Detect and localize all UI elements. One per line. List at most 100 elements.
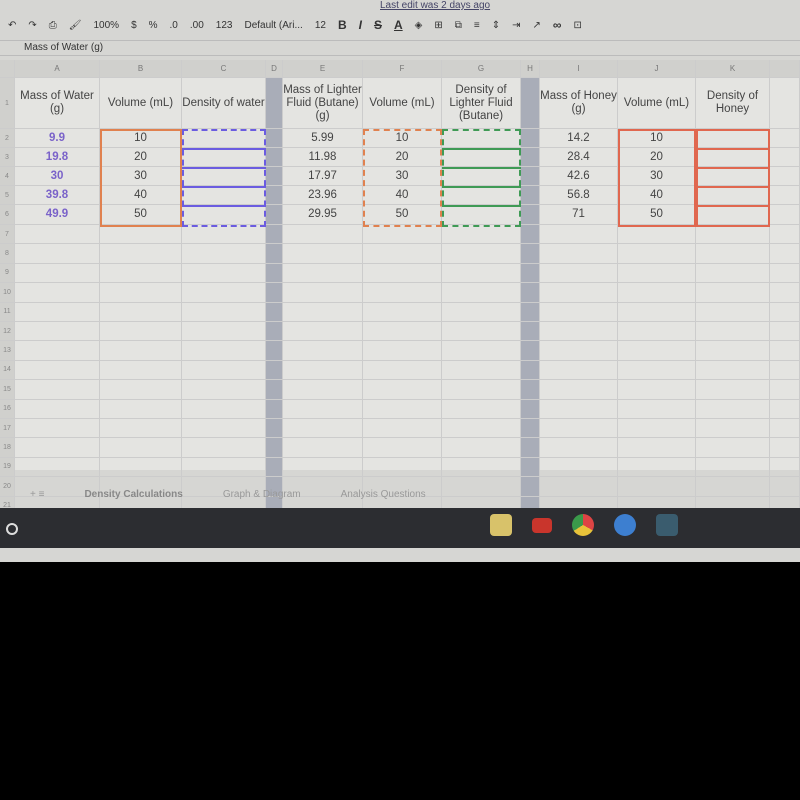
- cell[interactable]: 17.97: [283, 167, 363, 186]
- cell[interactable]: [266, 457, 283, 478]
- cell[interactable]: 20: [618, 148, 696, 167]
- cell[interactable]: [363, 302, 442, 322]
- redo-icon[interactable]: ↷: [28, 20, 36, 31]
- row-header[interactable]: 18: [0, 438, 15, 458]
- cell[interactable]: 30: [363, 167, 442, 186]
- cell[interactable]: [521, 225, 540, 245]
- cell[interactable]: [618, 302, 696, 322]
- cell[interactable]: [442, 360, 521, 381]
- select-all-corner[interactable]: [0, 60, 15, 78]
- add-sheet-button[interactable]: + ≡: [30, 489, 44, 500]
- cell[interactable]: [521, 322, 540, 342]
- cell[interactable]: [363, 322, 442, 342]
- cell[interactable]: [363, 341, 442, 361]
- cell[interactable]: [266, 380, 283, 400]
- cell[interactable]: [442, 283, 521, 303]
- cell[interactable]: [540, 283, 618, 303]
- cell[interactable]: [363, 438, 442, 458]
- percent-button[interactable]: %: [149, 20, 158, 31]
- cell[interactable]: [442, 341, 521, 361]
- sheet-tab-density-calculations[interactable]: Density Calculations: [84, 489, 182, 500]
- cell[interactable]: 10: [363, 129, 442, 148]
- italic-button[interactable]: I: [359, 18, 362, 32]
- cell[interactable]: [283, 225, 363, 245]
- cell[interactable]: [266, 244, 283, 264]
- cell[interactable]: [442, 186, 521, 205]
- cell[interactable]: [442, 399, 521, 419]
- cell[interactable]: [182, 167, 266, 186]
- cell[interactable]: 50: [363, 205, 442, 225]
- cell[interactable]: [266, 129, 283, 148]
- cell[interactable]: [442, 129, 521, 148]
- font-size-select[interactable]: 12: [315, 20, 326, 31]
- cell[interactable]: [770, 283, 800, 303]
- cell[interactable]: [15, 457, 100, 478]
- cell[interactable]: 49.9: [15, 205, 100, 225]
- cell[interactable]: [363, 419, 442, 439]
- cell[interactable]: [521, 380, 540, 400]
- zoom-select[interactable]: 100%: [93, 20, 119, 31]
- cell[interactable]: [696, 302, 770, 322]
- sheet-tab-graph-diagram[interactable]: Graph & Diagram: [223, 489, 301, 500]
- cell[interactable]: [618, 457, 696, 478]
- cell[interactable]: [283, 341, 363, 361]
- cell[interactable]: [283, 302, 363, 322]
- cell[interactable]: [363, 244, 442, 264]
- cell[interactable]: [442, 380, 521, 400]
- cell[interactable]: [770, 322, 800, 342]
- cell[interactable]: [100, 225, 182, 245]
- cell[interactable]: [696, 360, 770, 381]
- cell[interactable]: [521, 438, 540, 458]
- cell[interactable]: 30: [100, 167, 182, 186]
- cell[interactable]: [696, 399, 770, 419]
- cell[interactable]: [696, 148, 770, 167]
- cell[interactable]: [182, 129, 266, 148]
- cell[interactable]: [182, 419, 266, 439]
- cell[interactable]: [521, 399, 540, 419]
- cell[interactable]: [442, 244, 521, 264]
- row-header[interactable]: 13: [0, 341, 15, 361]
- cell[interactable]: [696, 205, 770, 225]
- wrap-icon[interactable]: ⇥: [512, 20, 520, 31]
- cell[interactable]: [100, 380, 182, 400]
- column-header-H[interactable]: H: [521, 60, 540, 78]
- cell[interactable]: [100, 399, 182, 419]
- cell[interactable]: 56.8: [540, 186, 618, 205]
- calculator-icon[interactable]: [656, 514, 678, 536]
- borders-icon[interactable]: ⊞: [434, 20, 442, 31]
- row-header[interactable]: 2: [0, 129, 15, 148]
- cell[interactable]: [363, 360, 442, 381]
- cell[interactable]: [442, 302, 521, 322]
- column-header-E[interactable]: E: [283, 60, 363, 78]
- header-cell[interactable]: Volume (mL): [618, 78, 696, 129]
- column-header-B[interactable]: B: [100, 60, 182, 78]
- cell[interactable]: [182, 302, 266, 322]
- row-header[interactable]: 1: [0, 78, 15, 129]
- cell[interactable]: 9.9: [15, 129, 100, 148]
- cell[interactable]: 19.8: [15, 148, 100, 167]
- format-select[interactable]: 123: [216, 20, 233, 31]
- cell[interactable]: 39.8: [15, 186, 100, 205]
- column-header-K[interactable]: K: [696, 60, 770, 78]
- rotate-icon[interactable]: ↗: [533, 20, 541, 31]
- cell[interactable]: [266, 438, 283, 458]
- cell[interactable]: [266, 263, 283, 284]
- column-header-C[interactable]: C: [182, 60, 266, 78]
- cell[interactable]: [15, 399, 100, 419]
- text-color-button[interactable]: A: [394, 18, 403, 32]
- cell[interactable]: [770, 148, 800, 167]
- currency-button[interactable]: $: [131, 20, 137, 31]
- cell[interactable]: [266, 341, 283, 361]
- print-icon[interactable]: ⎙: [49, 20, 57, 31]
- cell[interactable]: [540, 438, 618, 458]
- cell[interactable]: [15, 283, 100, 303]
- header-cell[interactable]: Mass of Water (g): [15, 78, 100, 129]
- bold-button[interactable]: B: [338, 18, 347, 32]
- cell[interactable]: [100, 457, 182, 478]
- cell[interactable]: [618, 244, 696, 264]
- row-header[interactable]: 17: [0, 419, 15, 439]
- column-header-D[interactable]: D: [266, 60, 283, 78]
- increase-decimal-button[interactable]: .00: [190, 20, 204, 31]
- cell[interactable]: 5.99: [283, 129, 363, 148]
- cell[interactable]: [521, 186, 540, 205]
